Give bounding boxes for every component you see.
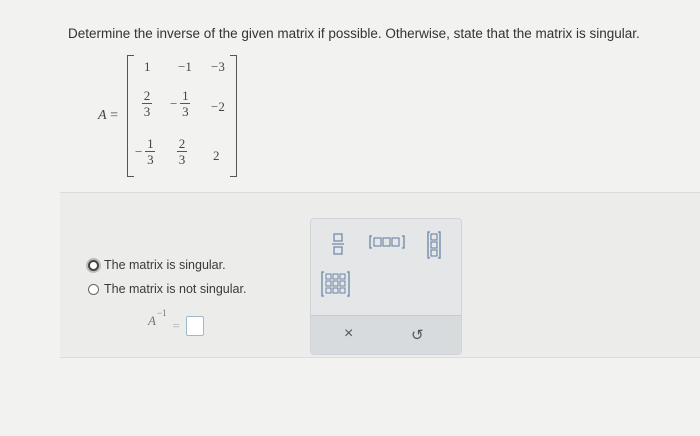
matrix-cell-r2c3: −2	[211, 99, 225, 114]
option-singular[interactable]: The matrix is singular.	[88, 258, 226, 272]
answer-equals: =	[172, 318, 180, 333]
answer-input[interactable]	[185, 316, 204, 336]
column-vector-tool-icon[interactable]	[427, 231, 441, 262]
clear-button[interactable]: ×	[344, 325, 353, 343]
sign: −	[135, 143, 143, 159]
option-label: The matrix is not singular.	[104, 282, 247, 296]
matrix-equals: =	[110, 108, 118, 123]
fraction-tool-icon[interactable]	[331, 233, 345, 258]
denominator: 3	[182, 104, 189, 119]
matrix-cell-r2c1: 2 3	[142, 89, 152, 118]
numerator: 2	[143, 88, 151, 103]
toolbox-action-bar: × ↺	[311, 315, 461, 354]
option-label: The matrix is singular.	[104, 258, 226, 272]
matrix-cell-r2c2: − 1 3	[170, 88, 191, 119]
matrix-cell-r1c3: −3	[211, 59, 225, 74]
matrix-cell-r3c1: − 1 3	[135, 136, 156, 167]
numerator: 2	[178, 136, 186, 151]
matrix-cell-r3c3: 2	[213, 148, 220, 163]
option-not-singular[interactable]: The matrix is not singular.	[88, 282, 246, 296]
undo-button[interactable]: ↺	[411, 326, 424, 344]
matrix-right-bracket	[230, 55, 237, 177]
sign: −	[170, 95, 178, 111]
matrix-cell-r1c2: −1	[178, 59, 192, 74]
row-vector-tool-icon[interactable]	[369, 235, 405, 252]
matrix-name: A	[98, 108, 107, 123]
matrix-tool-icon[interactable]	[321, 271, 351, 300]
math-toolbox: × ↺	[310, 218, 462, 355]
denominator: 3	[178, 152, 186, 167]
inverse-answer: A −1 =	[148, 308, 204, 336]
denominator: 3	[147, 152, 154, 167]
numerator: 1	[182, 88, 189, 103]
matrix-left-bracket	[127, 55, 134, 177]
matrix-label: A =	[98, 108, 118, 124]
radio-selected-icon[interactable]	[88, 259, 99, 271]
answer-exponent: −1	[156, 308, 167, 318]
question-text: Determine the inverse of the given matri…	[68, 26, 640, 41]
radio-icon[interactable]	[88, 283, 99, 295]
answer-base: A	[148, 313, 156, 328]
matrix-cell-r3c2: 2 3	[177, 137, 187, 166]
denominator: 3	[143, 104, 151, 119]
numerator: 1	[147, 136, 154, 151]
matrix-cell-r1c1: 1	[144, 59, 151, 74]
